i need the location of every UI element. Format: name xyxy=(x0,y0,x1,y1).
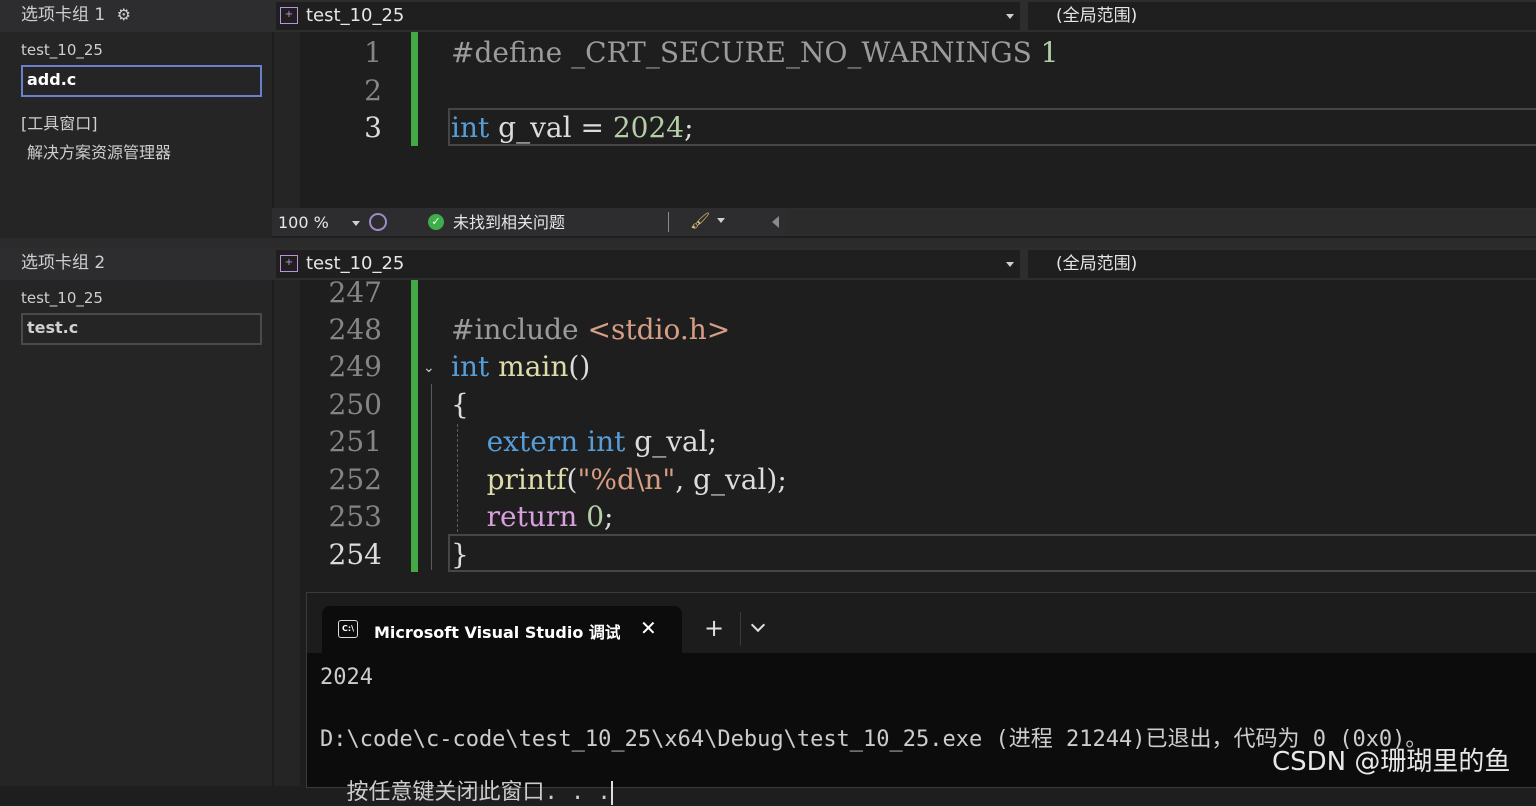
zoom-combo[interactable]: 100 % xyxy=(278,212,362,234)
code-line-253[interactable]: return 0; xyxy=(451,498,614,535)
terminal-tab-title: Microsoft Visual Studio 调试控 xyxy=(374,623,620,642)
status-divider xyxy=(668,212,669,232)
code-line-250[interactable]: { xyxy=(451,386,469,423)
editor-1-scope-label: (全局范围) xyxy=(1056,6,1138,26)
line-number: 2 xyxy=(364,74,382,107)
tab-group-2-title: 选项卡组 2 xyxy=(21,253,106,273)
line-number: 3 xyxy=(364,111,382,144)
group-separator[interactable] xyxy=(0,238,1536,248)
code-line-251[interactable]: extern int g_val; xyxy=(451,423,718,460)
line-number: 252 xyxy=(328,463,382,496)
tool-window-label: [工具窗口] xyxy=(21,114,98,133)
plus-icon[interactable]: + xyxy=(704,614,724,642)
collapse-chevron-icon[interactable]: ⌄ xyxy=(423,360,435,376)
watermark: CSDN @珊瑚里的鱼 xyxy=(1272,747,1511,777)
tab-divider xyxy=(740,612,741,646)
editor-2-margin xyxy=(274,280,300,786)
tab-group-1-header[interactable]: 选项卡组 1 ⚙ xyxy=(0,0,272,32)
fold-region-line xyxy=(431,384,432,570)
scroll-left-arrow[interactable] xyxy=(772,216,779,228)
chevron-down-icon[interactable] xyxy=(717,218,725,223)
press-key-text: 按任意键关闭此窗口. . . xyxy=(346,780,611,805)
brush-icon[interactable]: 🖌 xyxy=(690,211,710,230)
close-icon[interactable]: ✕ xyxy=(640,616,657,640)
editor-2-scope-label: (全局范围) xyxy=(1056,254,1138,274)
line-number: 253 xyxy=(328,500,382,533)
program-output: 2024 xyxy=(320,665,373,690)
c-file-icon: + xyxy=(280,7,298,24)
code-line-3[interactable]: int g_val = 2024; xyxy=(451,109,694,146)
code-line-252[interactable]: printf("%d\n", g_val); xyxy=(451,461,787,498)
line-number: 247 xyxy=(328,276,382,309)
editor-2-change-bar xyxy=(411,280,418,572)
line-number: 250 xyxy=(328,388,382,421)
line-number: 249 xyxy=(328,350,382,383)
gear-icon[interactable]: ⚙ xyxy=(117,0,131,30)
group-1-file-add-c[interactable]: add.c xyxy=(21,65,262,97)
line-number: 1 xyxy=(364,36,382,69)
editor-2-project-name: test_10_25 xyxy=(306,253,405,274)
group-2-project-label: test_10_25 xyxy=(21,289,103,307)
tab-group-2-header[interactable]: 选项卡组 2 xyxy=(0,248,272,280)
zoom-value: 100 % xyxy=(278,213,329,232)
check-circle-icon: ✓ xyxy=(428,214,444,230)
c-file-icon: + xyxy=(280,255,298,272)
press-key-prompt: 按任意键关闭此窗口. . . xyxy=(320,749,613,806)
chevron-down-icon xyxy=(352,221,360,226)
editor-2-scope-combo[interactable]: (全局范围) xyxy=(1028,250,1536,278)
solution-explorer-item[interactable]: 解决方案资源管理器 xyxy=(27,139,171,163)
group-1-project-label: test_10_25 xyxy=(21,41,103,59)
editor-1-change-bar xyxy=(411,32,418,146)
editor-1-project-combo[interactable]: + test_10_25 xyxy=(276,2,1020,30)
editor-2-current-line xyxy=(448,534,1536,572)
line-number: 251 xyxy=(328,425,382,458)
group-2-file-test-c[interactable]: test.c xyxy=(21,313,262,345)
editor-2-project-combo[interactable]: + test_10_25 xyxy=(276,250,1020,278)
tab-group-1-title: 选项卡组 1 xyxy=(21,5,106,25)
text-cursor xyxy=(610,781,613,805)
brain-icon[interactable] xyxy=(369,213,387,231)
code-line-254[interactable]: } xyxy=(451,536,469,573)
line-number: 248 xyxy=(328,313,382,346)
editor-1-margin xyxy=(274,32,300,208)
code-line-248[interactable]: #include <stdio.h> xyxy=(451,311,730,348)
code-line-249[interactable]: int main() xyxy=(451,348,590,385)
line-number: 254 xyxy=(328,538,382,571)
horizontal-scrollbar-track[interactable] xyxy=(788,210,1536,234)
terminal-tab[interactable]: C:\ Microsoft Visual Studio 调试控 ✕ xyxy=(322,606,682,653)
chevron-down-icon xyxy=(1006,14,1014,19)
code-line-1[interactable]: #define _CRT_SECURE_NO_WARNINGS 1 xyxy=(451,34,1058,71)
editor-1-scope-combo[interactable]: (全局范围) xyxy=(1028,2,1536,30)
chevron-down-icon xyxy=(1006,262,1014,267)
issues-status[interactable]: 未找到相关问题 xyxy=(453,212,565,234)
editor-1-project-name: test_10_25 xyxy=(306,5,405,26)
console-icon: C:\ xyxy=(338,620,358,638)
